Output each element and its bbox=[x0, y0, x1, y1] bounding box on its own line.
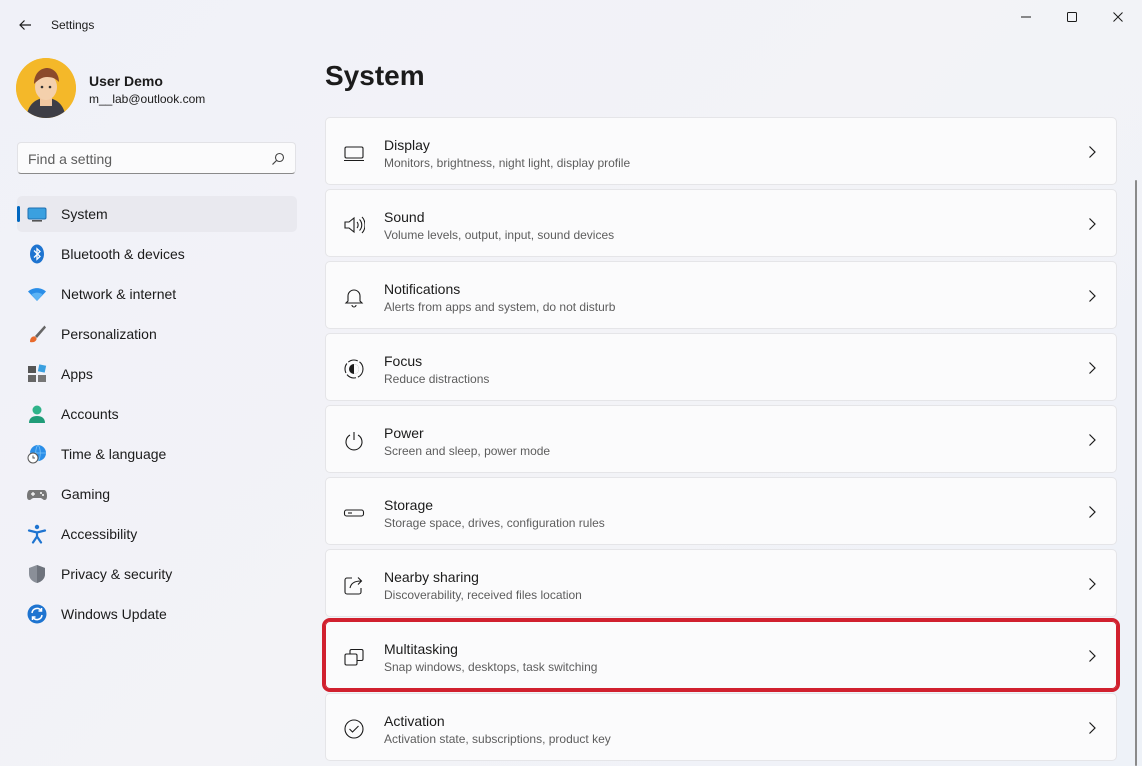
card-power[interactable]: Power Screen and sleep, power mode bbox=[325, 405, 1117, 473]
card-focus[interactable]: Focus Reduce distractions bbox=[325, 333, 1117, 401]
bell-icon bbox=[344, 289, 364, 308]
title-bar: Settings bbox=[0, 0, 1142, 50]
sidebar-item-windows-update[interactable]: Windows Update bbox=[17, 596, 297, 632]
sidebar-item-accessibility[interactable]: Accessibility bbox=[17, 516, 297, 552]
sidebar-item-label: Time & language bbox=[61, 446, 167, 462]
card-description: Discoverability, received files location bbox=[384, 588, 582, 602]
display-icon bbox=[344, 146, 364, 162]
chevron-right-icon bbox=[1089, 146, 1096, 158]
user-name: User Demo bbox=[89, 73, 163, 89]
multitask-icon bbox=[344, 648, 364, 666]
card-title: Display bbox=[384, 137, 430, 153]
monitor-icon bbox=[27, 207, 47, 222]
card-sound[interactable]: Sound Volume levels, output, input, soun… bbox=[325, 189, 1117, 257]
card-description: Storage space, drives, configuration rul… bbox=[384, 516, 605, 530]
settings-list: Display Monitors, brightness, night ligh… bbox=[322, 117, 1120, 765]
maximize-icon bbox=[1067, 12, 1077, 22]
shield-icon bbox=[29, 565, 45, 583]
chevron-right-icon bbox=[1089, 218, 1096, 230]
card-title: Power bbox=[384, 425, 424, 441]
card-description: Screen and sleep, power mode bbox=[384, 444, 551, 458]
back-button[interactable] bbox=[12, 12, 38, 38]
sidebar-item-label: System bbox=[61, 206, 108, 222]
user-email: m__lab@outlook.com bbox=[89, 92, 206, 106]
close-button[interactable] bbox=[1095, 0, 1141, 34]
chevron-right-icon bbox=[1089, 362, 1096, 374]
card-notifications[interactable]: Notifications Alerts from apps and syste… bbox=[325, 261, 1117, 329]
card-storage[interactable]: Storage Storage space, drives, configura… bbox=[325, 477, 1117, 545]
sidebar-item-network[interactable]: Network & internet bbox=[17, 276, 297, 312]
sidebar-item-label: Apps bbox=[61, 366, 93, 382]
sidebar-item-personalization[interactable]: Personalization bbox=[17, 316, 297, 352]
user-profile[interactable]: User Demo m__lab@outlook.com bbox=[16, 58, 296, 120]
card-nearby-sharing[interactable]: Nearby sharing Discoverability, received… bbox=[325, 549, 1117, 617]
speaker-icon bbox=[344, 216, 365, 234]
apps-icon bbox=[28, 364, 47, 382]
gamepad-icon bbox=[27, 490, 47, 500]
chevron-right-icon bbox=[1089, 650, 1096, 662]
search-icon[interactable] bbox=[271, 152, 285, 166]
card-display[interactable]: Display Monitors, brightness, night ligh… bbox=[325, 117, 1117, 185]
sidebar-item-accounts[interactable]: Accounts bbox=[17, 396, 297, 432]
page-title: System bbox=[325, 60, 425, 91]
minimize-icon bbox=[1021, 16, 1031, 18]
power-icon bbox=[345, 432, 363, 451]
chevron-right-icon bbox=[1089, 434, 1096, 446]
card-multitasking[interactable]: Multitasking Snap windows, desktops, tas… bbox=[322, 618, 1120, 692]
sidebar-item-system[interactable]: System bbox=[17, 196, 297, 232]
sidebar-item-label: Accounts bbox=[61, 406, 119, 422]
back-arrow-icon bbox=[19, 20, 31, 30]
card-title: Storage bbox=[384, 497, 434, 513]
sidebar-item-label: Privacy & security bbox=[61, 566, 173, 582]
chevron-right-icon bbox=[1089, 506, 1096, 518]
sidebar-item-label: Network & internet bbox=[61, 286, 177, 302]
card-description: Snap windows, desktops, task switching bbox=[384, 660, 598, 674]
card-description: Alerts from apps and system, do not dist… bbox=[384, 300, 616, 314]
app-title: Settings bbox=[51, 18, 95, 32]
card-title: Notifications bbox=[384, 281, 461, 297]
sidebar-item-label: Personalization bbox=[61, 326, 157, 342]
sidebar-item-time-language[interactable]: Time & language bbox=[17, 436, 297, 472]
share-icon bbox=[344, 577, 363, 595]
wifi-icon bbox=[28, 288, 46, 301]
bluetooth-icon bbox=[30, 244, 44, 264]
minimize-button[interactable] bbox=[1003, 0, 1049, 34]
sidebar-item-apps[interactable]: Apps bbox=[17, 356, 297, 392]
card-title: Focus bbox=[384, 353, 423, 369]
avatar bbox=[16, 58, 76, 118]
chevron-right-icon bbox=[1089, 722, 1096, 734]
sidebar-item-bluetooth[interactable]: Bluetooth & devices bbox=[17, 236, 297, 272]
card-title: Sound bbox=[384, 209, 425, 225]
person-icon bbox=[29, 405, 45, 423]
chevron-right-icon bbox=[1089, 290, 1096, 302]
card-title: Activation bbox=[384, 713, 445, 729]
maximize-button[interactable] bbox=[1049, 0, 1095, 34]
check-circle-icon bbox=[344, 719, 364, 739]
sidebar-item-privacy-security[interactable]: Privacy & security bbox=[17, 556, 297, 592]
focus-icon bbox=[344, 359, 364, 379]
sidebar-nav: System Bluetooth & devices Network & int… bbox=[17, 196, 297, 636]
card-description: Volume levels, output, input, sound devi… bbox=[384, 228, 615, 242]
sidebar-item-label: Windows Update bbox=[61, 606, 167, 622]
card-title: Multitasking bbox=[384, 641, 458, 657]
card-description: Monitors, brightness, night light, displ… bbox=[384, 156, 631, 170]
sidebar-item-label: Bluetooth & devices bbox=[61, 246, 185, 262]
accessibility-icon bbox=[27, 524, 47, 544]
search-input[interactable] bbox=[28, 149, 258, 169]
scrollbar[interactable] bbox=[1135, 180, 1137, 766]
search-box[interactable] bbox=[17, 142, 296, 174]
update-icon bbox=[27, 604, 47, 624]
sidebar-item-label: Accessibility bbox=[61, 526, 138, 542]
card-title: Nearby sharing bbox=[384, 569, 479, 585]
card-activation[interactable]: Activation Activation state, subscriptio… bbox=[325, 693, 1117, 761]
sidebar-item-gaming[interactable]: Gaming bbox=[17, 476, 297, 512]
drive-icon bbox=[343, 509, 365, 517]
sidebar-item-label: Gaming bbox=[61, 486, 111, 502]
globe-clock-icon bbox=[27, 444, 46, 464]
card-description: Activation state, subscriptions, product… bbox=[384, 732, 611, 746]
chevron-right-icon bbox=[1089, 578, 1096, 590]
brush-icon bbox=[30, 325, 46, 343]
card-description: Reduce distractions bbox=[384, 372, 490, 386]
close-icon bbox=[1113, 12, 1123, 22]
